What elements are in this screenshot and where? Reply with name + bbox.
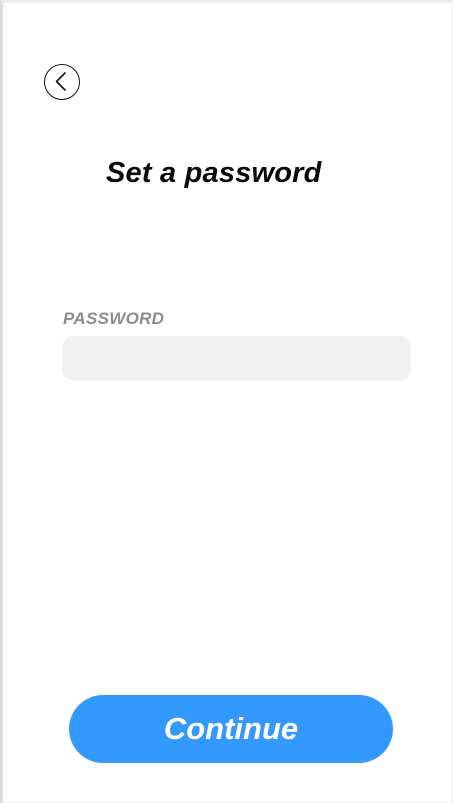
screen: Set a password PASSWORD Continue	[0, 0, 453, 803]
password-label: PASSWORD	[63, 309, 165, 328]
page-title: Set a password	[106, 157, 322, 189]
password-input[interactable]	[62, 336, 411, 381]
continue-button[interactable]: Continue	[69, 695, 393, 763]
chevron-left-icon	[55, 72, 66, 91]
back-button[interactable]	[44, 64, 80, 100]
